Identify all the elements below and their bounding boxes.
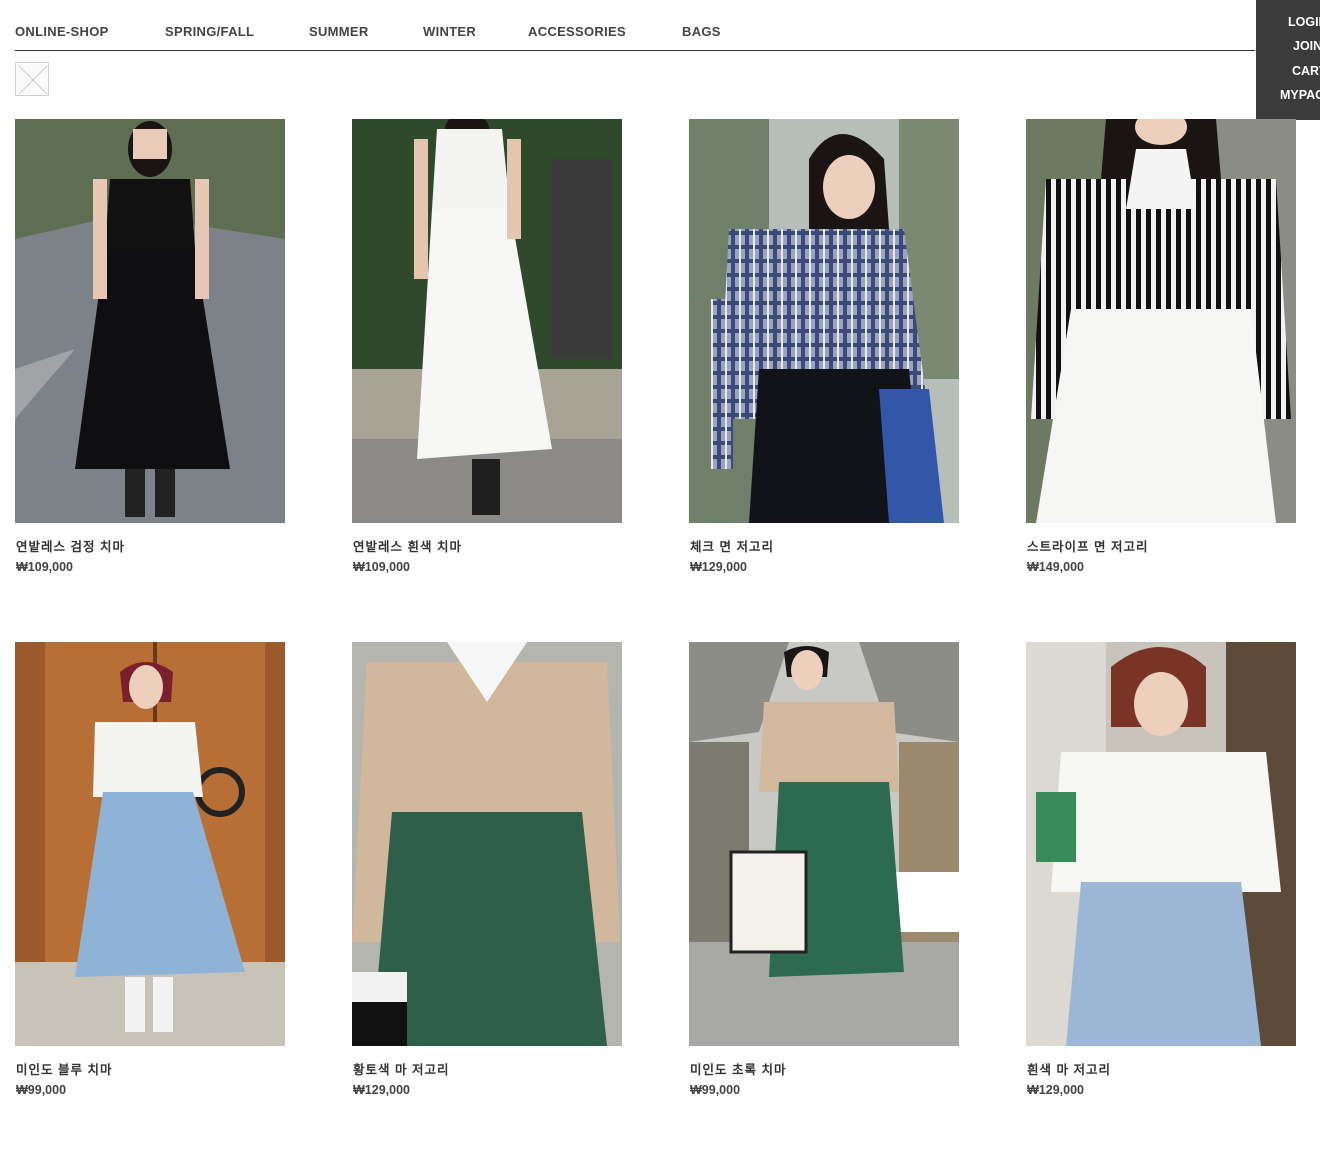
product-name[interactable]: 흰색 마 저고리	[1027, 1059, 1111, 1078]
product-name[interactable]: 체크 면 저고리	[690, 536, 774, 555]
main-nav: ONLINE-SHOP SPRING/FALL SUMMER WINTER AC…	[15, 0, 1255, 51]
nav-winter[interactable]: WINTER	[423, 24, 476, 39]
nav-accessories[interactable]: ACCESSORIES	[528, 24, 626, 39]
product-price: ₩99,000	[690, 1083, 741, 1097]
product-price: ₩149,000	[1027, 560, 1084, 574]
mypage-link[interactable]: MYPAGE	[1280, 88, 1320, 102]
login-link[interactable]: LOGIN	[1288, 15, 1320, 29]
product-photo[interactable]	[1026, 642, 1296, 1046]
product-photo[interactable]	[352, 642, 622, 1046]
product-photo[interactable]	[689, 119, 959, 523]
nav-spring-fall[interactable]: SPRING/FALL	[165, 24, 254, 39]
product-name[interactable]: 미인도 블루 치마	[16, 1059, 112, 1078]
product-price: ₩109,000	[353, 560, 410, 574]
nav-summer[interactable]: SUMMER	[309, 24, 369, 39]
product-price: ₩129,000	[1027, 1083, 1084, 1097]
nav-online-shop[interactable]: ONLINE-SHOP	[15, 24, 109, 39]
product-price: ₩129,000	[353, 1083, 410, 1097]
product-price: ₩99,000	[16, 1083, 67, 1097]
user-menu-panel: LOGIN JOIN CART MYPAGE	[1256, 0, 1320, 120]
product-photo[interactable]	[15, 642, 285, 1046]
broken-image-icon	[15, 62, 49, 96]
product-photo[interactable]	[689, 642, 959, 1046]
product-name[interactable]: 연밭레스 흰색 치마	[353, 536, 462, 555]
cart-link[interactable]: CART	[1292, 64, 1320, 78]
product-price: ₩129,000	[690, 560, 747, 574]
product-photo[interactable]	[1026, 119, 1296, 523]
product-name[interactable]: 미인도 초록 치마	[690, 1059, 786, 1078]
product-name[interactable]: 스트라이프 면 저고리	[1027, 536, 1148, 555]
product-photo[interactable]	[15, 119, 285, 523]
nav-bags[interactable]: BAGS	[682, 24, 721, 39]
product-price: ₩109,000	[16, 560, 73, 574]
product-photo[interactable]	[352, 119, 622, 523]
product-name[interactable]: 황토색 마 저고리	[353, 1059, 449, 1078]
product-name[interactable]: 연밭레스 검정 치마	[16, 536, 125, 555]
join-link[interactable]: JOIN	[1293, 39, 1320, 53]
